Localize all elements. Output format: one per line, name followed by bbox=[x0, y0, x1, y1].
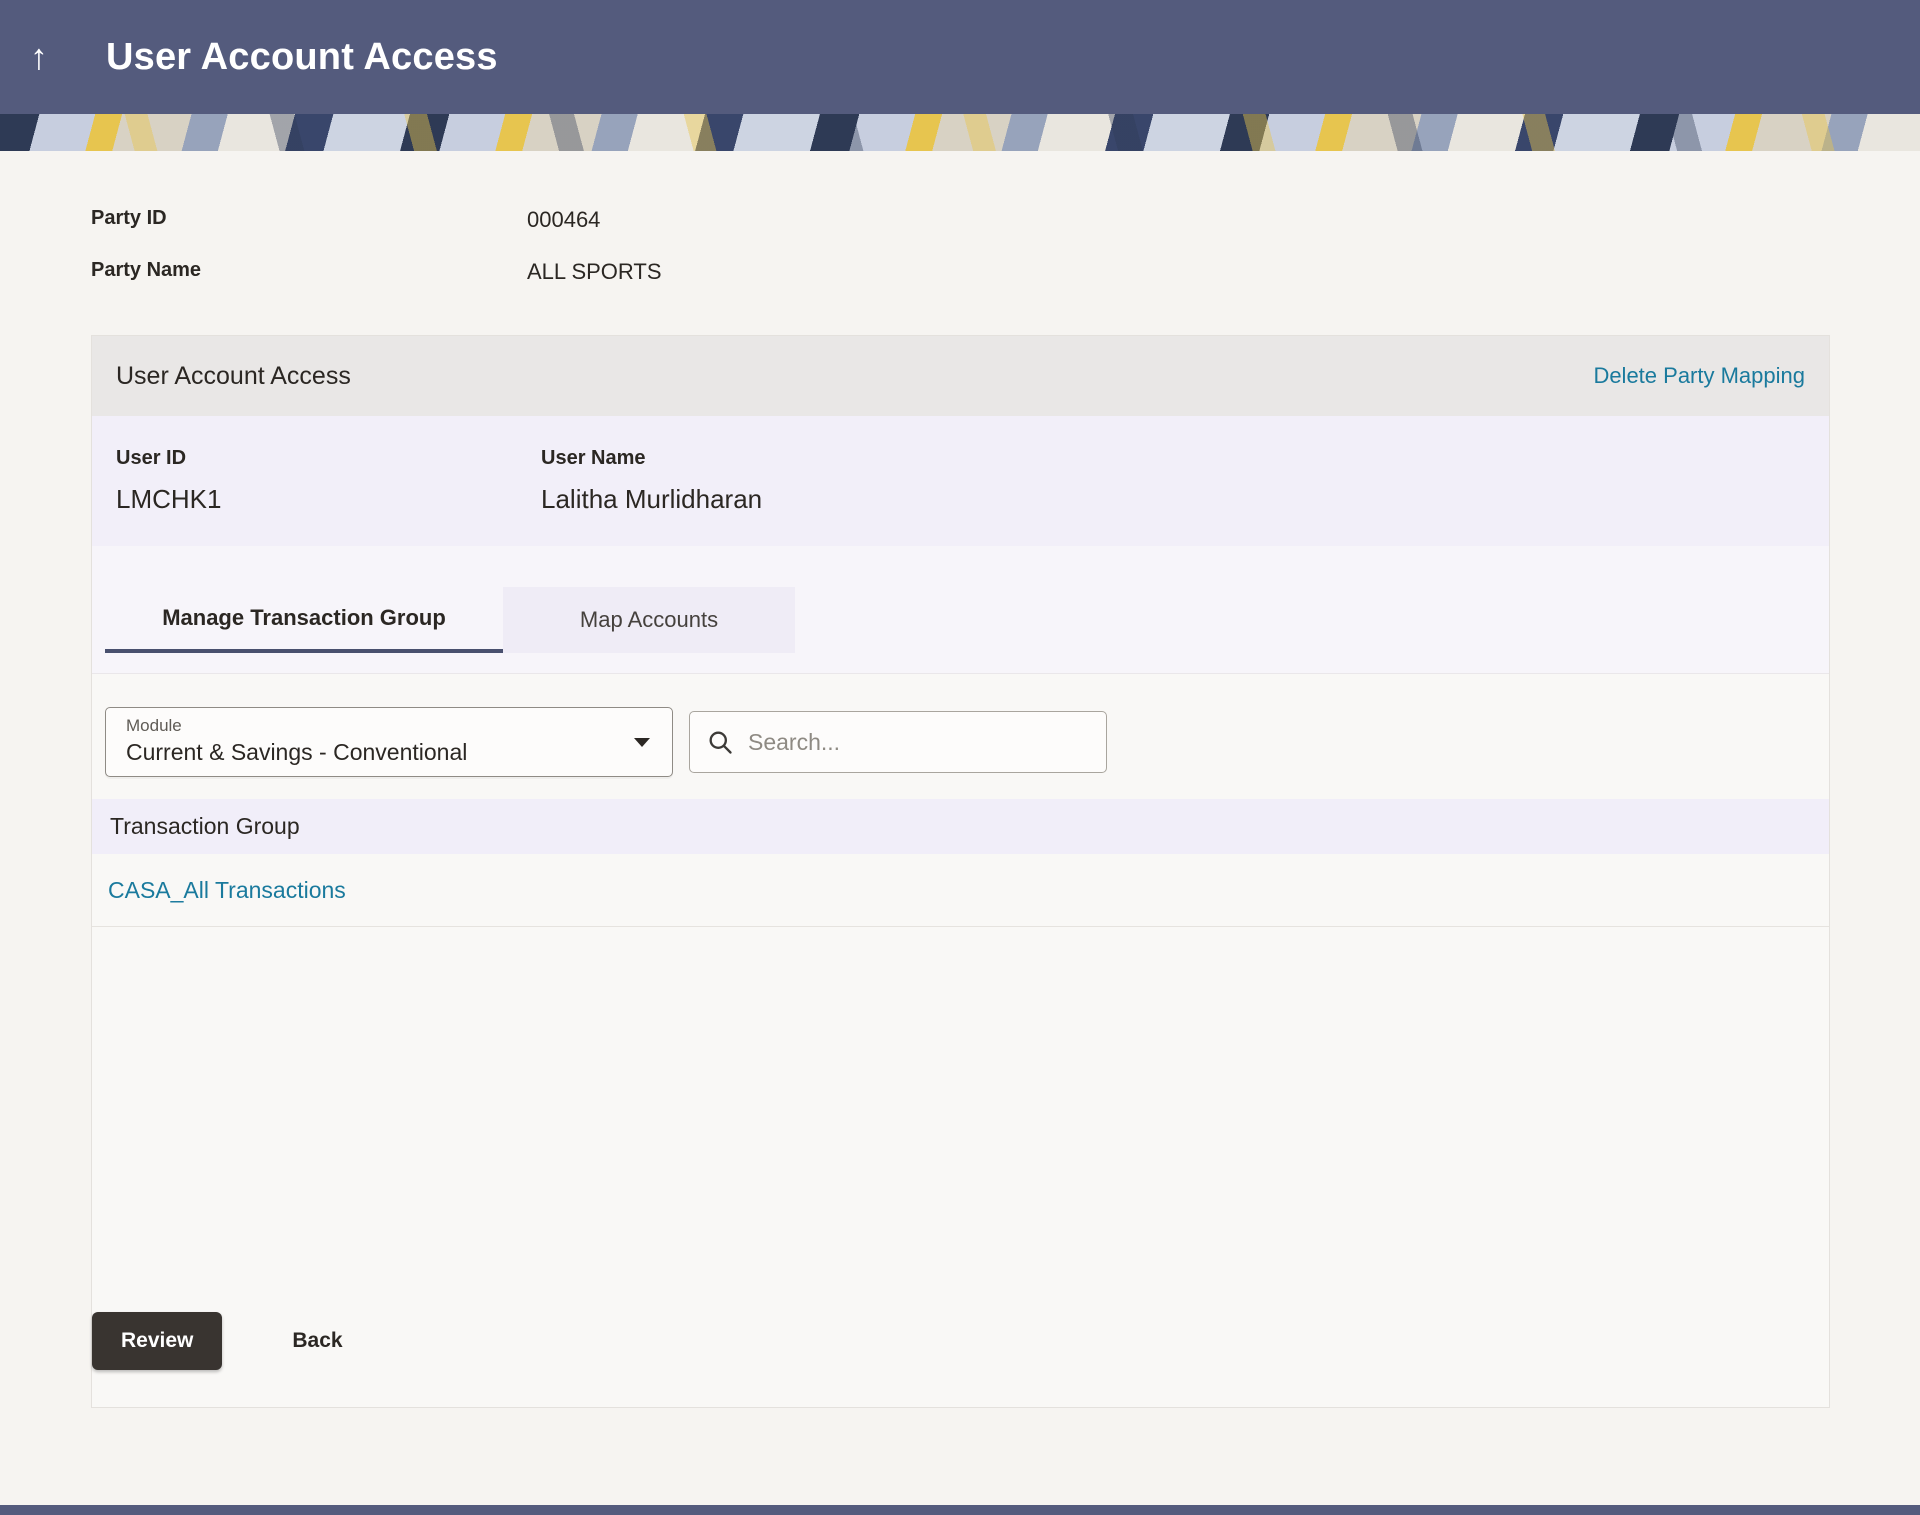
decorative-banner-strip bbox=[0, 114, 1920, 151]
main-content: Party ID 000464 Party Name ALL SPORTS Us… bbox=[0, 151, 1920, 1408]
column-header-label: Transaction Group bbox=[110, 813, 300, 840]
app-header: ↑ User Account Access bbox=[0, 0, 1920, 114]
party-id-label: Party ID bbox=[91, 207, 527, 233]
user-name-value: Lalitha Murlidharan bbox=[541, 484, 1805, 515]
page-title: User Account Access bbox=[106, 36, 498, 79]
tab-label: Map Accounts bbox=[580, 607, 718, 633]
user-id-label: User ID bbox=[116, 447, 541, 470]
transaction-group-link[interactable]: CASA_All Transactions bbox=[108, 877, 346, 904]
search-input[interactable] bbox=[748, 729, 1090, 756]
review-button[interactable]: Review bbox=[92, 1312, 222, 1370]
tab-label: Manage Transaction Group bbox=[162, 605, 446, 631]
action-bar: Review Back bbox=[92, 1312, 1829, 1407]
user-id-value: LMCHK1 bbox=[116, 484, 541, 515]
panel-title: User Account Access bbox=[116, 362, 351, 391]
filter-row: Module Current & Savings - Conventional bbox=[105, 707, 1829, 777]
table-row: CASA_All Transactions bbox=[92, 854, 1829, 927]
transaction-group-column-header: Transaction Group bbox=[92, 799, 1829, 854]
party-id-value: 000464 bbox=[527, 207, 1830, 233]
party-info: Party ID 000464 Party Name ALL SPORTS bbox=[91, 207, 1830, 285]
module-dropdown-value: Current & Savings - Conventional bbox=[126, 739, 652, 766]
up-arrow-icon[interactable]: ↑ bbox=[30, 39, 74, 75]
panel-header: User Account Access Delete Party Mapping bbox=[92, 336, 1829, 416]
delete-party-mapping-link[interactable]: Delete Party Mapping bbox=[1593, 363, 1805, 389]
search-icon bbox=[706, 728, 734, 756]
user-info-section: User ID User Name LMCHK1 Lalitha Murlidh… bbox=[92, 416, 1829, 546]
tab-map-accounts[interactable]: Map Accounts bbox=[503, 587, 795, 653]
chevron-down-icon bbox=[634, 738, 650, 747]
party-name-value: ALL SPORTS bbox=[527, 259, 1830, 285]
module-dropdown-label: Module bbox=[126, 716, 652, 736]
back-button[interactable]: Back bbox=[292, 1329, 342, 1353]
party-name-label: Party Name bbox=[91, 259, 527, 285]
tab-strip: Manage Transaction Group Map Accounts bbox=[92, 546, 1829, 674]
search-box[interactable] bbox=[689, 711, 1107, 773]
module-dropdown[interactable]: Module Current & Savings - Conventional bbox=[105, 707, 673, 777]
user-name-label: User Name bbox=[541, 447, 1805, 470]
user-account-access-panel: User Account Access Delete Party Mapping… bbox=[91, 335, 1830, 1408]
empty-space bbox=[92, 927, 1829, 1312]
tab-manage-transaction-group[interactable]: Manage Transaction Group bbox=[105, 587, 503, 653]
footer-bar bbox=[0, 1505, 1920, 1515]
